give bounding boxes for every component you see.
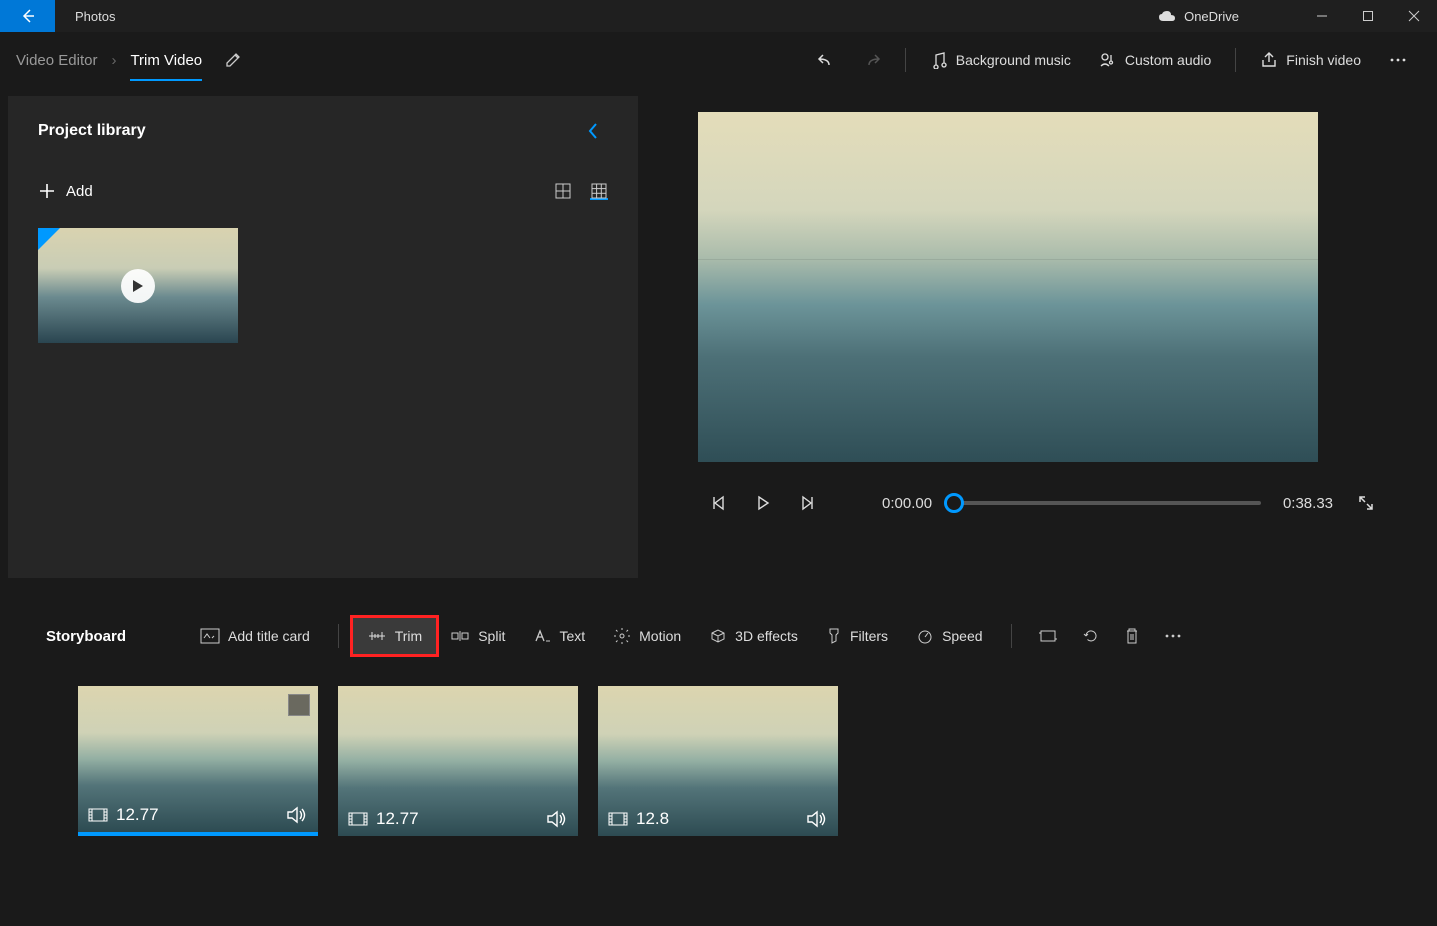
film-icon [608,812,628,826]
motion-icon [613,627,631,645]
library-title: Project library [38,122,146,140]
export-icon [1260,51,1278,69]
onedrive-status[interactable]: OneDrive [1158,9,1239,24]
view-large-button[interactable] [554,182,572,200]
ellipsis-icon [1164,627,1182,645]
close-button[interactable] [1391,0,1437,32]
volume-icon[interactable] [286,806,308,824]
seek-bar[interactable] [954,501,1261,505]
storyboard-clip[interactable]: 12.8 [598,686,838,836]
top-toolbar: Video Editor › Trim Video Background mus… [0,32,1437,88]
speed-icon [916,627,934,645]
more-button[interactable] [1375,40,1421,80]
project-library-panel: Project library Add [8,96,638,578]
library-clip-thumbnail[interactable] [38,228,238,343]
film-icon [348,812,368,826]
ellipsis-icon [1389,51,1407,69]
filters-icon [826,627,842,645]
background-music-button[interactable]: Background music [916,40,1085,80]
breadcrumb: Video Editor › Trim Video [16,51,242,69]
trim-button[interactable]: Trim [353,618,436,654]
video-badge-icon [38,228,60,250]
rotate-button[interactable] [1070,627,1112,645]
volume-icon[interactable] [806,810,828,828]
trim-icon [367,629,387,643]
title-card-icon [200,628,220,644]
delete-button[interactable] [1112,627,1152,645]
custom-audio-button[interactable]: Custom audio [1085,40,1225,80]
minimize-button[interactable] [1299,0,1345,32]
rotate-icon [1082,627,1100,645]
cloud-icon [1158,10,1176,22]
chevron-right-icon: › [111,52,116,69]
video-preview[interactable] [698,112,1318,462]
crop-icon [1038,628,1058,644]
storyboard-toolbar: Storyboard Add title card Trim Split Tex… [0,606,1437,666]
player-controls: 0:00.00 0:38.33 [698,492,1387,514]
storyboard-clip[interactable]: 12.77 [78,686,318,836]
preview-area: 0:00.00 0:38.33 [638,88,1437,578]
add-title-card-button[interactable]: Add title card [186,618,324,654]
app-title: Photos [75,9,115,24]
plus-icon [38,182,56,200]
undo-button[interactable] [803,40,849,80]
back-button[interactable] [0,0,55,32]
next-frame-button[interactable] [796,492,818,514]
clip-checkbox[interactable] [288,694,310,716]
add-media-button[interactable]: Add [38,182,93,200]
volume-icon[interactable] [546,810,568,828]
edit-name-button[interactable] [224,51,242,69]
storyboard-title: Storyboard [46,628,126,645]
breadcrumb-root[interactable]: Video Editor [16,52,97,69]
finish-video-button[interactable]: Finish video [1246,40,1375,80]
storyboard-clips: 12.77 12.77 12.8 [0,666,1437,856]
prev-frame-button[interactable] [708,492,730,514]
clip-duration: 12.8 [636,809,669,829]
storyboard-clip[interactable]: 12.77 [338,686,578,836]
clip-duration: 12.77 [376,809,419,829]
breadcrumb-current[interactable]: Trim Video [130,52,202,81]
redo-button[interactable] [849,40,895,80]
split-icon [450,629,470,643]
total-time: 0:38.33 [1283,495,1333,512]
maximize-button[interactable] [1345,0,1391,32]
view-small-button[interactable] [590,182,608,200]
speed-button[interactable]: Speed [902,617,996,655]
resize-button[interactable] [1026,628,1070,644]
trash-icon [1124,627,1140,645]
play-button[interactable] [752,492,774,514]
motion-button[interactable]: Motion [599,617,695,655]
audio-person-icon [1099,51,1117,69]
play-overlay-icon [121,269,155,303]
film-icon [88,808,108,822]
split-button[interactable]: Split [436,618,519,654]
seek-thumb[interactable] [944,493,964,513]
clip-duration: 12.77 [116,805,159,825]
text-button[interactable]: Text [519,618,599,654]
music-icon [930,51,948,69]
current-time: 0:00.00 [882,495,932,512]
storyboard-more-button[interactable] [1152,627,1194,645]
fullscreen-button[interactable] [1355,492,1377,514]
collapse-library-button[interactable] [586,120,600,142]
3d-effects-button[interactable]: 3D effects [695,617,812,655]
filters-button[interactable]: Filters [812,617,902,655]
titlebar: Photos OneDrive [0,0,1437,32]
text-icon [533,628,551,644]
3d-icon [709,627,727,645]
